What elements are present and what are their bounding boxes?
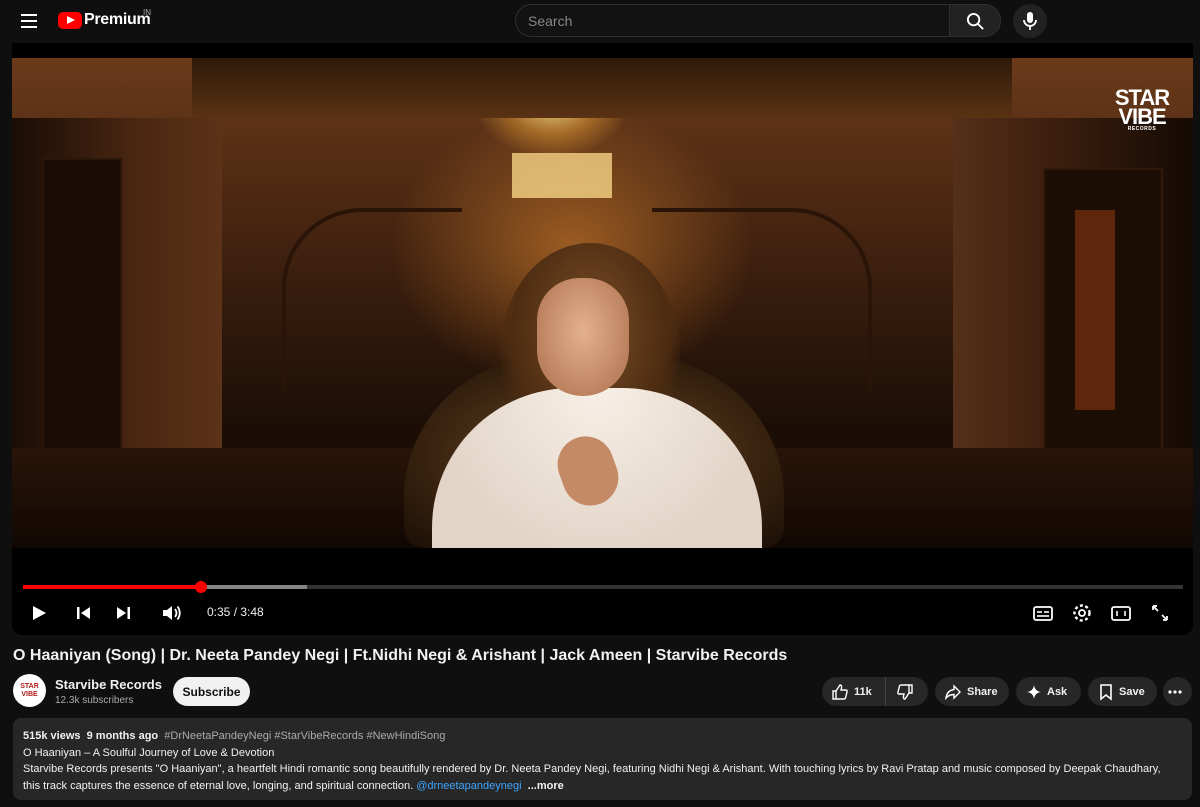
mention-link[interactable]: @drneetapandeynegi	[416, 780, 521, 792]
search-input[interactable]	[516, 5, 949, 36]
show-more-button[interactable]: ...more	[528, 780, 564, 792]
play-button[interactable]	[30, 600, 50, 626]
country-code: IN	[143, 8, 151, 17]
like-dislike-group: 11k	[822, 677, 928, 706]
subscribe-button[interactable]: Subscribe	[173, 677, 250, 706]
fullscreen-button[interactable]	[1149, 600, 1171, 626]
search-box	[515, 4, 950, 37]
volume-button[interactable]	[160, 600, 184, 626]
theater-mode-button[interactable]	[1110, 600, 1132, 626]
channel-watermark: STAR VIBE RECORDS	[1114, 85, 1170, 133]
view-count: 515k views	[23, 730, 81, 742]
voice-search-button[interactable]	[1013, 4, 1047, 38]
like-button[interactable]: 11k	[822, 677, 886, 706]
previous-icon	[77, 607, 90, 619]
microphone-icon	[1023, 12, 1037, 30]
scene-staircase-left	[282, 208, 462, 388]
previous-button[interactable]	[74, 600, 94, 626]
theater-icon	[1111, 606, 1131, 621]
video-frame[interactable]: STAR VIBE RECORDS	[12, 58, 1193, 548]
youtube-play-icon	[58, 11, 82, 29]
scene-staircase-right	[652, 208, 872, 388]
share-button[interactable]: Share	[935, 677, 1009, 706]
scene-ceiling	[192, 58, 1012, 118]
more-horizontal-icon	[1168, 689, 1182, 694]
subtitles-button[interactable]	[1032, 600, 1054, 626]
share-label: Share	[967, 685, 998, 698]
hashtags[interactable]: #DrNeetaPandeyNegi #StarVibeRecords #New…	[164, 730, 445, 742]
more-actions-button[interactable]	[1163, 677, 1192, 706]
subscriber-count: 12.3k subscribers	[55, 695, 134, 706]
scene-door-left	[42, 158, 122, 478]
played-bar	[23, 585, 202, 589]
gear-icon	[1073, 604, 1091, 622]
dislike-button[interactable]	[886, 677, 928, 706]
bookmark-icon	[1100, 683, 1112, 701]
save-label: Save	[1119, 685, 1145, 698]
progress-bar[interactable]	[23, 581, 1183, 593]
search-button[interactable]	[949, 4, 1001, 37]
like-count: 11k	[854, 685, 872, 698]
channel-name[interactable]: Starvibe Records	[55, 677, 162, 692]
next-icon	[117, 607, 130, 619]
video-player[interactable]: STAR VIBE RECORDS 0:35 / 3:48	[12, 43, 1193, 635]
sparkle-icon	[1027, 684, 1041, 699]
description-box[interactable]: 515k views 9 months ago #DrNeetaPandeyNe…	[13, 718, 1192, 800]
fullscreen-icon	[1152, 605, 1168, 621]
upload-age: 9 months ago	[86, 730, 159, 742]
next-button[interactable]	[113, 600, 133, 626]
youtube-logo[interactable]: Premium	[58, 11, 151, 29]
singer-face	[537, 278, 629, 396]
description-line-2: Starvibe Records presents "O Haaniyan", …	[23, 763, 1161, 775]
logo-text: Premium	[84, 11, 151, 28]
description-line-1: O Haaniyan – A Soulful Journey of Love &…	[23, 746, 275, 759]
play-icon	[33, 606, 46, 620]
save-button[interactable]: Save	[1088, 677, 1157, 706]
menu-icon[interactable]	[18, 10, 40, 32]
scene-light	[512, 153, 612, 198]
thumbs-up-icon	[832, 683, 848, 700]
time-display: 0:35 / 3:48	[207, 605, 264, 619]
scrubber-handle[interactable]	[195, 581, 208, 593]
description-line-3: this track captures the essence of etern…	[23, 779, 414, 792]
ask-label: Ask	[1047, 685, 1068, 698]
ask-button[interactable]: Ask	[1016, 677, 1081, 706]
subtitles-icon	[1033, 606, 1053, 621]
settings-button[interactable]	[1071, 600, 1093, 626]
share-icon	[944, 683, 961, 700]
video-title: O Haaniyan (Song) | Dr. Neeta Pandey Neg…	[13, 647, 788, 664]
search-icon	[966, 12, 984, 30]
channel-avatar[interactable]: STAR VIBE	[13, 674, 46, 707]
volume-icon	[163, 605, 181, 621]
top-bar: Premium IN	[0, 0, 1200, 42]
thumbs-down-icon	[896, 683, 913, 700]
